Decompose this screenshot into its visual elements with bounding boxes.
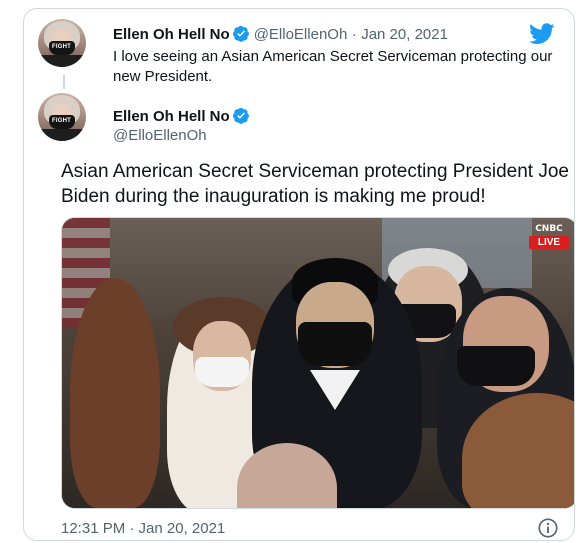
original-tweet-text: I love seeing an Asian American Secret S… bbox=[113, 48, 553, 85]
author-handle[interactable]: @ElloEllenOh bbox=[254, 26, 348, 43]
verified-badge-icon bbox=[232, 25, 249, 42]
reply-tweet-header: Ellen Oh Hell No bbox=[113, 107, 254, 126]
separator-dot: · bbox=[351, 26, 357, 43]
info-icon[interactable] bbox=[537, 517, 559, 539]
author-name[interactable]: Ellen Oh Hell No bbox=[113, 108, 230, 125]
tweet-card[interactable]: FIGHT Ellen Oh Hell No @ElloEllenOh · Jan… bbox=[23, 8, 575, 541]
tweet-date[interactable]: Jan 20, 2021 bbox=[361, 26, 448, 43]
twitter-bird-icon[interactable] bbox=[529, 23, 555, 45]
tweet-timestamp[interactable]: 12:31 PM · Jan 20, 2021 bbox=[61, 520, 225, 537]
live-badge: LIVE bbox=[529, 236, 569, 249]
author-avatar[interactable]: FIGHT bbox=[38, 93, 86, 141]
thread-connector bbox=[63, 75, 65, 89]
tweet-text: Asian American Secret Serviceman protect… bbox=[61, 161, 569, 207]
tweet-media-image[interactable]: CNBC LIVE bbox=[61, 217, 574, 509]
author-handle[interactable]: @ElloEllenOh bbox=[113, 127, 207, 144]
verified-badge-icon bbox=[232, 107, 249, 124]
original-tweet-header: Ellen Oh Hell No @ElloEllenOh · Jan 20, 2… bbox=[113, 25, 448, 44]
author-name[interactable]: Ellen Oh Hell No bbox=[113, 26, 230, 43]
author-avatar[interactable]: FIGHT bbox=[38, 19, 86, 67]
network-logo: CNBC LIVE bbox=[529, 224, 569, 249]
